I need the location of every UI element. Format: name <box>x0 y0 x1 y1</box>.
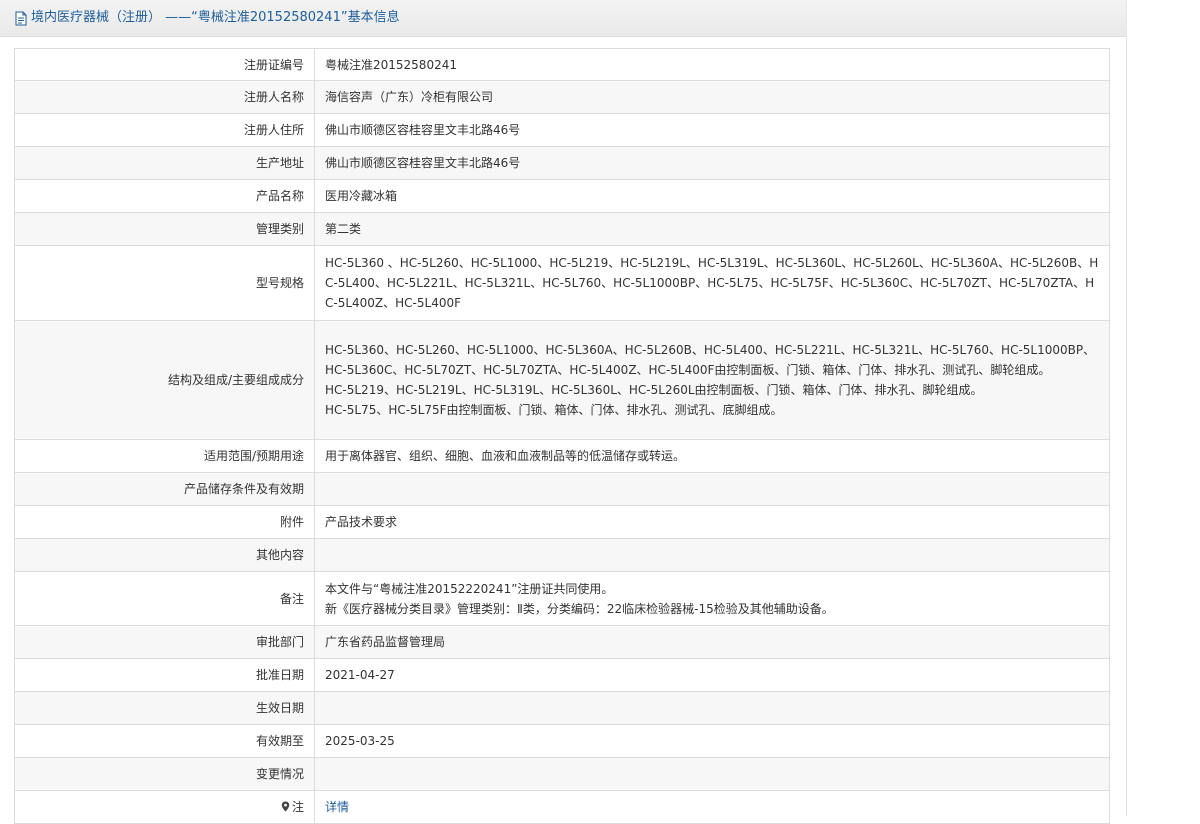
table-row: 附件 产品技术要求 <box>14 505 1110 539</box>
row-label: 生产地址 <box>14 146 315 180</box>
note-label: 注 <box>291 800 304 814</box>
detail-panel: 境内医疗器械（注册） ——“粤械注准20152580241”基本信息 注册证编号… <box>0 0 1127 824</box>
row-label: 结构及组成/主要组成成分 <box>14 320 315 440</box>
table-row: 管理类别 第二类 <box>14 212 1110 246</box>
row-value: 广东省药品监督管理局 <box>314 625 1110 659</box>
row-value <box>314 691 1110 725</box>
row-value <box>314 757 1110 791</box>
row-value <box>314 472 1110 506</box>
row-value: 本文件与“粤械注准20152220241”注册证共同使用。 新《医疗器械分类目录… <box>314 571 1110 626</box>
note-label-cell: 注 <box>14 790 315 824</box>
table-row: 有效期至 2025-03-25 <box>14 724 1110 758</box>
table-row: 注册人名称 海信容声（广东）冷柜有限公司 <box>14 80 1110 114</box>
row-value: 用于离体器官、组织、细胞、血液和血液制品等的低温储存或转运。 <box>314 439 1110 473</box>
table-row: 产品名称 医用冷藏冰箱 <box>14 179 1110 213</box>
row-label: 其他内容 <box>14 538 315 572</box>
note-row: 注 详情 <box>14 790 1110 824</box>
panel-header: 境内医疗器械（注册） ——“粤械注准20152580241”基本信息 <box>0 0 1126 37</box>
row-value: HC-5L360 、HC-5L260、HC-5L1000、HC-5L219、HC… <box>314 245 1110 321</box>
info-table: 注册证编号 粤械注准20152580241 注册人名称 海信容声（广东）冷柜有限… <box>14 48 1110 824</box>
row-value: 2021-04-27 <box>314 658 1110 692</box>
row-value: 粤械注准20152580241 <box>314 48 1110 81</box>
row-label: 审批部门 <box>14 625 315 659</box>
document-icon <box>14 11 28 26</box>
row-label: 有效期至 <box>14 724 315 758</box>
table-row: 型号规格 HC-5L360 、HC-5L260、HC-5L1000、HC-5L2… <box>14 245 1110 321</box>
row-value: 海信容声（广东）冷柜有限公司 <box>314 80 1110 114</box>
table-row: 产品储存条件及有效期 <box>14 472 1110 506</box>
row-label: 适用范围/预期用途 <box>14 439 315 473</box>
table-row: 生产地址 佛山市顺德区容桂容里文丰北路46号 <box>14 146 1110 180</box>
table-row: 注册证编号 粤械注准20152580241 <box>14 48 1110 81</box>
row-value: 佛山市顺德区容桂容里文丰北路46号 <box>314 146 1110 180</box>
table-row: 注册人住所 佛山市顺德区容桂容里文丰北路46号 <box>14 113 1110 147</box>
row-label: 型号规格 <box>14 245 315 321</box>
row-label: 附件 <box>14 505 315 539</box>
table-row: 生效日期 <box>14 691 1110 725</box>
map-pin-icon <box>281 801 290 812</box>
table-row: 变更情况 <box>14 757 1110 791</box>
row-label: 注册证编号 <box>14 48 315 81</box>
row-label: 生效日期 <box>14 691 315 725</box>
row-label: 备注 <box>14 571 315 626</box>
table-row: 适用范围/预期用途 用于离体器官、组织、细胞、血液和血液制品等的低温储存或转运。 <box>14 439 1110 473</box>
row-label: 产品储存条件及有效期 <box>14 472 315 506</box>
table-row: 结构及组成/主要组成成分 HC-5L360、HC-5L260、HC-5L1000… <box>14 320 1110 440</box>
row-label: 管理类别 <box>14 212 315 246</box>
table-row: 其他内容 <box>14 538 1110 572</box>
row-value: 佛山市顺德区容桂容里文丰北路46号 <box>314 113 1110 147</box>
page-title: 境内医疗器械（注册） ——“粤械注准20152580241”基本信息 <box>31 10 400 25</box>
details-link[interactable]: 详情 <box>325 800 349 814</box>
row-label: 注册人名称 <box>14 80 315 114</box>
row-value: 产品技术要求 <box>314 505 1110 539</box>
row-value: 医用冷藏冰箱 <box>314 179 1110 213</box>
row-label: 注册人住所 <box>14 113 315 147</box>
table-row: 批准日期 2021-04-27 <box>14 658 1110 692</box>
row-label: 批准日期 <box>14 658 315 692</box>
row-value: 详情 <box>314 790 1110 824</box>
table-row: 备注 本文件与“粤械注准20152220241”注册证共同使用。 新《医疗器械分… <box>14 571 1110 626</box>
row-label: 产品名称 <box>14 179 315 213</box>
row-value: 2025-03-25 <box>314 724 1110 758</box>
row-value: 第二类 <box>314 212 1110 246</box>
row-value: HC-5L360、HC-5L260、HC-5L1000、HC-5L360A、HC… <box>314 320 1110 440</box>
table-row: 审批部门 广东省药品监督管理局 <box>14 625 1110 659</box>
row-label: 变更情况 <box>14 757 315 791</box>
row-value <box>314 538 1110 572</box>
